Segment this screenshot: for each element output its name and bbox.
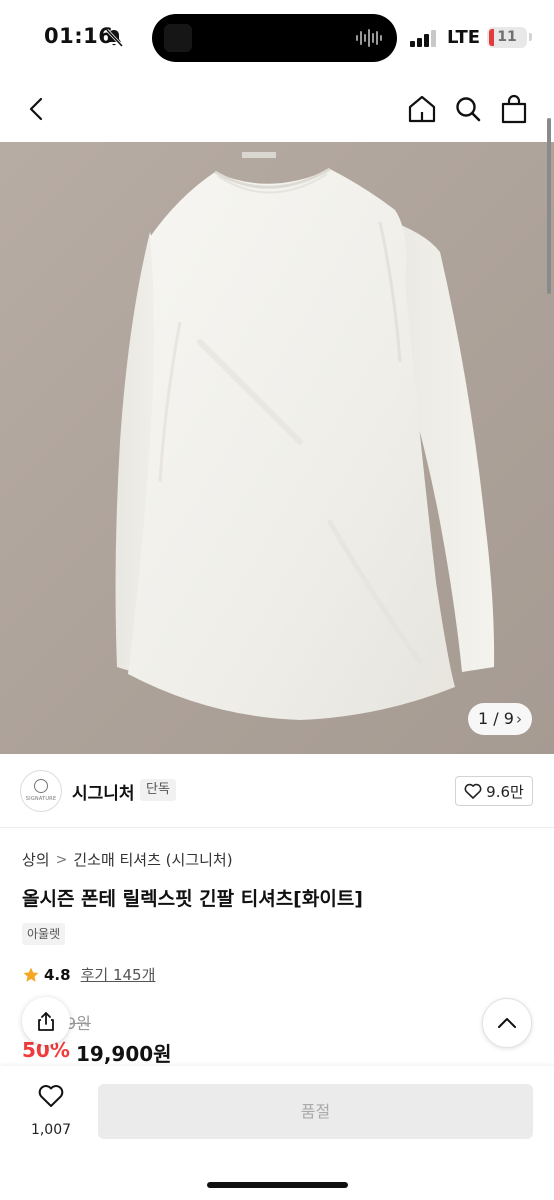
breadcrumb-item[interactable]: 긴소매 티셔츠 (시그니처) xyxy=(73,849,232,870)
battery-icon: 11 xyxy=(487,27,527,48)
heart-icon xyxy=(38,1085,64,1107)
status-bar: 01:16 LTE 11 xyxy=(0,0,554,78)
home-icon xyxy=(408,95,436,123)
chevron-right-icon: > xyxy=(55,851,68,868)
scrollbar[interactable] xyxy=(547,118,551,294)
product-image[interactable]: 1 / 9 › xyxy=(0,142,554,754)
star-icon xyxy=(23,967,39,982)
dynamic-island xyxy=(152,14,397,62)
breadcrumb: 상의 > 긴소매 티셔츠 (시그니처) xyxy=(22,849,233,870)
rating-value: 4.8 xyxy=(44,965,71,984)
scroll-to-top-button[interactable] xyxy=(482,998,532,1048)
brand-like-button[interactable]: 9.6만 xyxy=(455,776,533,806)
search-button[interactable] xyxy=(451,92,485,126)
cart-button[interactable] xyxy=(497,92,531,126)
network-label: LTE xyxy=(447,27,481,48)
audio-wave-icon xyxy=(356,29,382,47)
brand-logo-text: SIGNATURE xyxy=(25,796,57,802)
wishlist-count: 1,007 xyxy=(30,1122,72,1138)
island-thumbnail xyxy=(164,24,192,52)
rating-row: 4.8 후기 145개 xyxy=(22,964,155,985)
brand-name[interactable]: 시그니처 xyxy=(72,779,135,804)
outlet-badge: 아울렛 xyxy=(22,923,66,945)
chevron-right-icon: › xyxy=(516,710,522,728)
bottom-action-bar: 1,007 품절 xyxy=(0,1066,554,1200)
brand-logo[interactable]: SIGNATURE xyxy=(20,770,62,812)
share-icon xyxy=(38,1012,54,1031)
brand-like-count: 9.6만 xyxy=(486,782,524,801)
back-icon xyxy=(29,97,43,121)
cellular-signal-icon xyxy=(410,30,436,47)
battery-level: 11 xyxy=(497,29,517,45)
tshirt-illustration xyxy=(115,152,495,720)
soldout-purchase-button[interactable]: 품절 xyxy=(98,1084,533,1139)
share-button[interactable] xyxy=(22,997,70,1045)
sale-price: 19,900원 xyxy=(76,1042,172,1066)
image-counter[interactable]: 1 / 9 › xyxy=(468,703,532,735)
back-button[interactable] xyxy=(20,92,54,126)
search-icon xyxy=(456,97,481,122)
top-navigation xyxy=(0,78,554,142)
breadcrumb-item[interactable]: 상의 xyxy=(22,849,50,870)
bell-slash-icon xyxy=(105,28,124,48)
review-link[interactable]: 후기 145개 xyxy=(81,964,156,985)
wishlist-button[interactable]: 1,007 xyxy=(20,1082,82,1148)
bag-icon xyxy=(501,94,527,124)
exclusive-badge: 단독 xyxy=(140,779,176,801)
battery-tip xyxy=(529,33,532,41)
brand-logo-mark xyxy=(34,779,48,793)
chevron-up-icon xyxy=(498,1018,516,1028)
product-title: 올시즌 폰테 릴렉스핏 긴팔 티셔츠[화이트] xyxy=(22,888,363,910)
home-button[interactable] xyxy=(405,92,439,126)
heart-icon xyxy=(464,783,482,799)
status-time: 01:16 xyxy=(44,24,114,48)
home-indicator xyxy=(207,1182,348,1188)
image-counter-text: 1 / 9 xyxy=(478,709,514,728)
